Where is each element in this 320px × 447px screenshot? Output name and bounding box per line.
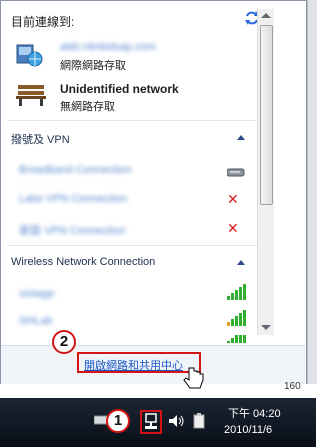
- volume-icon[interactable]: [168, 414, 186, 428]
- park-bench-icon: [16, 85, 46, 106]
- modem-icon: [227, 168, 245, 177]
- vpn-item[interactable]: Broadband Connection: [19, 164, 132, 176]
- divider: [7, 245, 263, 246]
- wireless-item[interactable]: SHLab: [19, 315, 53, 327]
- disconnected-x-icon: ✕: [227, 191, 239, 207]
- signal-bars-icon: [227, 333, 247, 343]
- wireless-section-title[interactable]: Wireless Network Connection: [11, 256, 155, 268]
- signal-bars-icon: [227, 284, 247, 300]
- hand-cursor-icon: [183, 367, 204, 389]
- wireless-item[interactable]: vintage: [19, 288, 54, 300]
- clock-time[interactable]: 下午 04:20: [228, 405, 281, 421]
- window-edge: [307, 0, 317, 384]
- current-connection-label: 目前連線到:: [11, 15, 75, 29]
- collapse-chevron-icon[interactable]: [237, 135, 245, 140]
- scroll-down-arrow-icon[interactable]: [261, 325, 271, 330]
- scrollbar-thumb[interactable]: [260, 25, 273, 205]
- callout-step-1: 1: [106, 409, 130, 433]
- network-name: Unidentified network: [60, 82, 179, 96]
- vpn-section-title[interactable]: 撥號及 VPN: [11, 131, 70, 147]
- background-number: 160: [284, 381, 301, 392]
- annotation-highlight-tray: [140, 410, 162, 434]
- scrollbar[interactable]: [257, 9, 274, 335]
- scroll-up-arrow-icon[interactable]: [261, 13, 271, 18]
- network-globe-icon: [16, 44, 43, 67]
- clock-date[interactable]: 2010/11/6: [224, 424, 272, 436]
- network-status: 網際網路存取: [60, 60, 126, 72]
- vpn-item[interactable]: 家庭 VPN Connection: [19, 222, 125, 238]
- vpn-item[interactable]: Labs VPN Connection: [19, 193, 127, 205]
- network-name: at&t.ntinkidsap.com: [60, 41, 156, 53]
- divider: [7, 120, 263, 121]
- secured-signal-icon: [227, 310, 247, 326]
- callout-step-2: 2: [52, 330, 76, 354]
- power-icon[interactable]: [192, 412, 206, 430]
- disconnected-x-icon: ✕: [227, 220, 239, 236]
- network-flyout: 目前連線到: at&t.ntinkidsap.com 網際網路存取 Uniden…: [0, 0, 307, 384]
- network-status: 無網路存取: [60, 101, 115, 113]
- collapse-chevron-icon[interactable]: [237, 260, 245, 265]
